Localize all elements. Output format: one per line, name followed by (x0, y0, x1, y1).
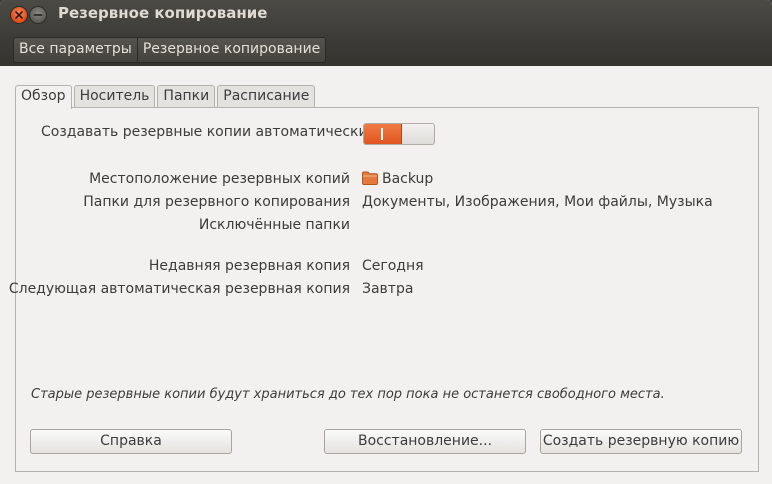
tab-overview[interactable]: Обзор (15, 85, 72, 109)
auto-backup-switch[interactable] (363, 123, 435, 145)
minimize-window-button[interactable] (30, 7, 46, 23)
breadcrumb-all-settings[interactable]: Все параметры (14, 38, 137, 62)
backup-now-button[interactable]: Создать резервную копию (540, 429, 742, 454)
breadcrumb: Все параметры Резервное копирование (13, 37, 327, 63)
location-value-text: Backup (382, 171, 434, 187)
tab-folders[interactable]: Папки (157, 85, 216, 108)
window-title: Резервное копирование (58, 4, 268, 22)
retention-note: Старые резервные копии будут храниться д… (31, 387, 665, 402)
help-button[interactable]: Справка (30, 429, 232, 454)
last-backup-value: Сегодня (362, 258, 424, 274)
tab-schedule[interactable]: Расписание (217, 85, 316, 108)
close-icon (15, 11, 23, 19)
close-window-button[interactable] (11, 7, 27, 23)
switch-on-indicator (381, 128, 383, 140)
next-backup-label: Следующая автоматическая резервная копия (8, 281, 350, 297)
restore-button[interactable]: Восстановление... (324, 429, 526, 454)
auto-backup-label: Создавать резервные копии автоматически (41, 124, 368, 140)
minimize-icon (33, 14, 43, 16)
location-value[interactable]: Backup (362, 171, 433, 187)
folders-value[interactable]: Документы, Изображения, Мои файлы, Музык… (362, 194, 713, 210)
switch-on-state (364, 124, 402, 144)
folders-label: Папки для резервного копирования (83, 194, 350, 210)
tab-storage[interactable]: Носитель (73, 85, 156, 108)
excluded-label: Исключённые папки (198, 217, 350, 233)
folder-icon (362, 171, 378, 185)
location-label: Местоположение резервных копий (89, 171, 350, 187)
titlebar: Резервное копирование Все параметры Резе… (0, 0, 772, 66)
breadcrumb-backup[interactable]: Резервное копирование (136, 38, 325, 62)
next-backup-value: Завтра (362, 281, 414, 297)
tab-bar: Обзор Носитель Папки Расписание (15, 85, 317, 109)
last-backup-label: Недавняя резервная копия (148, 258, 350, 274)
backup-window: Резервное копирование Все параметры Резе… (0, 0, 772, 484)
